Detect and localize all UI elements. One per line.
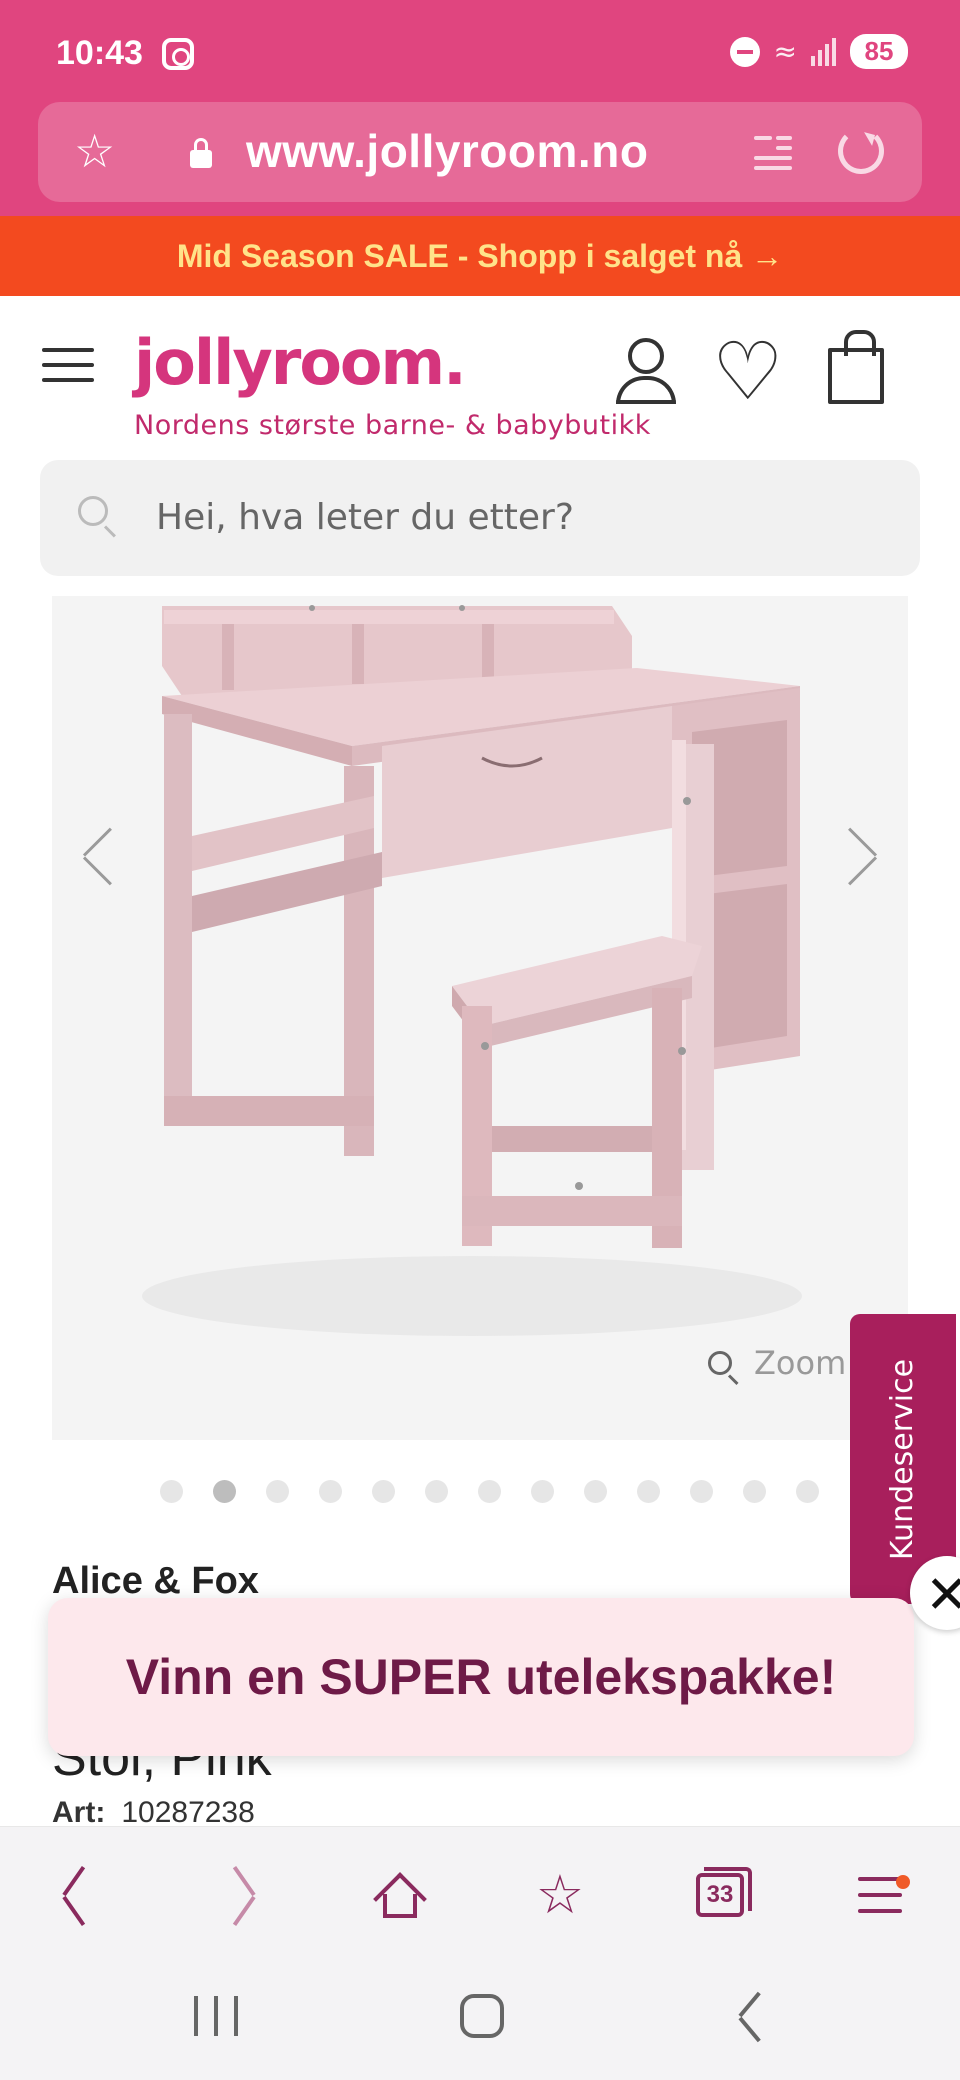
site-logo[interactable]: jollyroom. — [134, 326, 467, 399]
product-image-desk-chair[interactable] — [52, 596, 908, 1440]
sale-banner[interactable]: Mid Season SALE - Shopp i salget nå → — [0, 216, 960, 296]
zoom-icon — [708, 1351, 732, 1375]
popup-text[interactable]: Vinn en SUPER utelekspakke! — [126, 1648, 836, 1706]
previous-image-arrow-icon[interactable] — [76, 827, 136, 896]
gallery-dot[interactable] — [531, 1480, 554, 1503]
gallery-dot[interactable] — [372, 1480, 395, 1503]
url-text[interactable]: www.jollyroom.no — [246, 124, 648, 178]
system-navigation-bar — [0, 1960, 960, 2080]
menu-icon[interactable] — [42, 348, 94, 382]
gallery-dot[interactable] — [478, 1480, 501, 1503]
article-number: Art: 10287238 — [52, 1796, 255, 1830]
search-icon — [78, 496, 108, 526]
gallery-dot[interactable] — [213, 1480, 236, 1503]
forward-button[interactable] — [200, 1855, 280, 1935]
recent-apps-icon[interactable] — [194, 1996, 238, 2036]
back-arrow-icon — [58, 1866, 98, 1926]
bookmark-star-icon[interactable]: ☆ — [74, 128, 115, 174]
article-value: 10287238 — [121, 1796, 255, 1829]
search-bar[interactable] — [40, 460, 920, 576]
back-button[interactable] — [38, 1855, 118, 1935]
status-time: 10:43 — [56, 34, 143, 72]
gallery-dot[interactable] — [796, 1480, 819, 1503]
shopping-bag-icon[interactable] — [828, 330, 884, 404]
do-not-disturb-icon — [729, 36, 760, 67]
status-bar: 10:43 ≈ 85 — [0, 0, 960, 100]
gallery-dot[interactable] — [319, 1480, 342, 1503]
status-icons: ≈ 85 — [729, 34, 908, 69]
account-icon[interactable] — [614, 338, 678, 404]
address-bar[interactable]: ☆ www.jollyroom.no — [38, 102, 922, 202]
article-label: Art: — [52, 1796, 106, 1829]
tabs-button[interactable]: 33 — [680, 1855, 760, 1935]
gallery-dot[interactable] — [266, 1480, 289, 1503]
system-home-icon[interactable] — [460, 1994, 504, 2038]
lock-icon[interactable] — [190, 138, 212, 168]
next-image-arrow-icon[interactable] — [824, 827, 884, 896]
product-info: Alice & Fox Stol, Pink Art: 10287238 — [52, 1560, 852, 1829]
gallery-dots[interactable] — [160, 1480, 840, 1504]
gallery-dot[interactable] — [160, 1480, 183, 1503]
tabs-icon: 33 — [696, 1867, 752, 1917]
search-input[interactable] — [156, 492, 876, 542]
wifi-icon: ≈ — [773, 35, 797, 68]
zoom-label: Zoom — [754, 1344, 847, 1382]
customer-service-label: Kundeservice — [885, 1358, 921, 1560]
home-button[interactable] — [360, 1855, 440, 1935]
notification-dot-icon — [896, 1875, 910, 1889]
system-back-icon[interactable] — [736, 1991, 766, 2043]
bookmarks-star-icon: ☆ — [535, 1863, 585, 1926]
giveaway-popup[interactable]: Vinn en SUPER utelekspakke! — [48, 1598, 914, 1756]
product-gallery[interactable]: Zoom — [52, 596, 908, 1440]
gallery-dot[interactable] — [425, 1480, 448, 1503]
site-tagline: Nordens største barne- & babybutikk — [134, 410, 651, 441]
gallery-dot[interactable] — [637, 1480, 660, 1503]
reload-icon[interactable] — [838, 128, 884, 174]
browser-menu-button[interactable] — [840, 1855, 920, 1935]
signal-icon — [811, 37, 836, 66]
gallery-dot[interactable] — [743, 1480, 766, 1503]
bookmarks-button[interactable]: ☆ — [520, 1855, 600, 1935]
wishlist-heart-icon[interactable]: ♡ — [712, 332, 784, 412]
browser-chrome: 10:43 ≈ 85 ☆ www.jollyroom.no — [0, 0, 960, 216]
battery-indicator: 85 — [850, 34, 908, 69]
home-icon — [373, 1872, 427, 1926]
product-brand[interactable]: Alice & Fox — [52, 1560, 852, 1603]
browser-toolbar: ☆ 33 — [0, 1826, 960, 1960]
instagram-notification-icon — [162, 38, 194, 70]
zoom-button[interactable]: Zoom — [708, 1344, 846, 1382]
forward-arrow-icon — [220, 1866, 260, 1926]
gallery-dot[interactable] — [584, 1480, 607, 1503]
reader-mode-icon[interactable] — [754, 132, 794, 172]
gallery-dot[interactable] — [690, 1480, 713, 1503]
site-header: jollyroom. Nordens største barne- & baby… — [0, 296, 960, 446]
